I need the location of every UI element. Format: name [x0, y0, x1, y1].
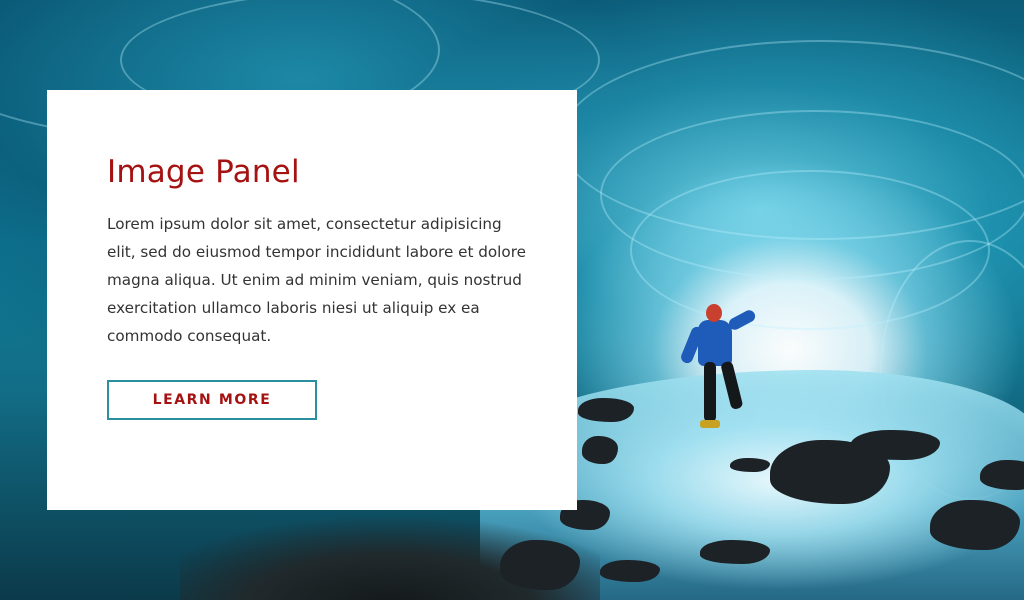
hero-section: Image Panel Lorem ipsum dolor sit amet, … — [0, 0, 1024, 600]
learn-more-button[interactable]: LEARN MORE — [107, 380, 317, 420]
image-panel-card: Image Panel Lorem ipsum dolor sit amet, … — [47, 90, 577, 510]
panel-body-text: Lorem ipsum dolor sit amet, consectetur … — [107, 215, 526, 345]
climber-figure — [679, 304, 764, 432]
panel-title: Image Panel — [107, 154, 300, 190]
